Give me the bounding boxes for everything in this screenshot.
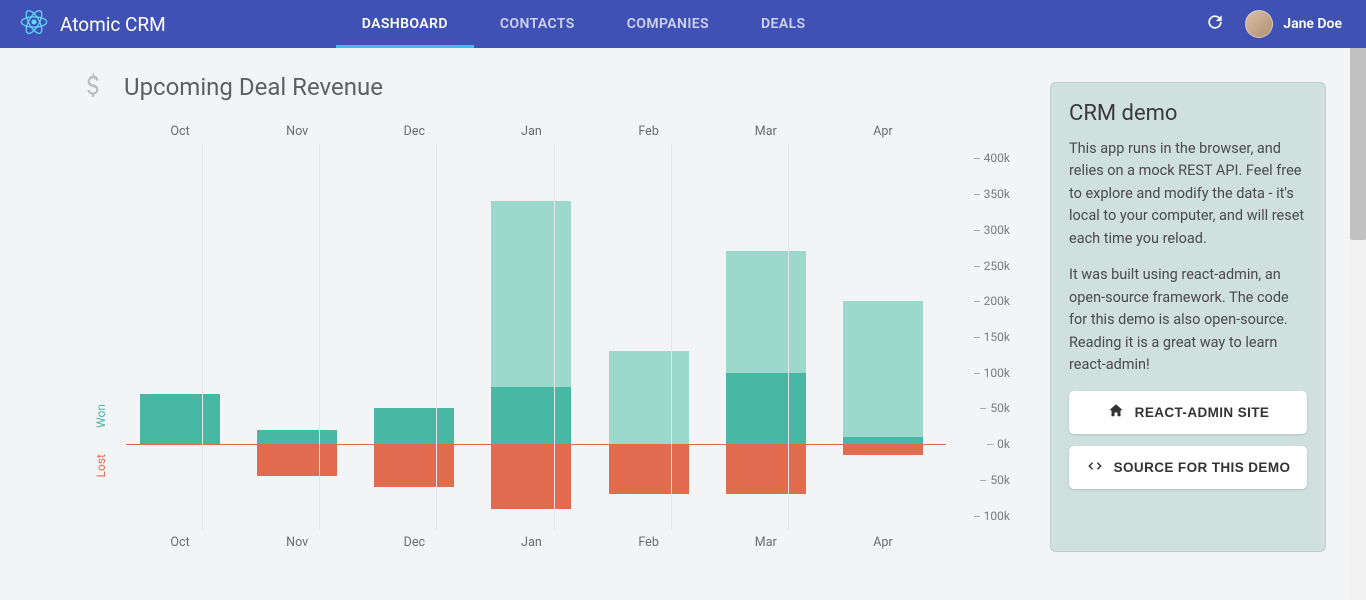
x-bottom-label: Jan	[521, 535, 542, 550]
y-tick: 150k	[984, 330, 1010, 344]
x-top-label: Apr	[873, 124, 892, 139]
y-tick: 400k	[984, 151, 1010, 165]
nav-contacts-label: CONTACTS	[500, 16, 575, 32]
bar-lost[interactable]	[843, 444, 923, 455]
info-card: CRM demo This app runs in the browser, a…	[1050, 82, 1326, 552]
x-bottom-label: Feb	[638, 535, 658, 550]
chart-gridline	[319, 144, 320, 530]
chart-gridline	[436, 144, 437, 530]
bar-lost[interactable]	[609, 444, 689, 494]
bar-won[interactable]	[491, 387, 571, 444]
info-paragraph-2: It was built using react-admin, an open-…	[1069, 264, 1307, 376]
y-tick: 0k	[997, 437, 1010, 451]
refresh-button[interactable]	[1203, 12, 1227, 36]
x-top-label: Dec	[404, 124, 425, 139]
brand[interactable]: Atomic CRM	[20, 8, 166, 41]
axis-label-lost: Lost	[94, 454, 108, 477]
nav-dashboard[interactable]: DASHBOARD	[336, 0, 474, 48]
chart-gridline	[788, 144, 789, 530]
x-bottom-label: Oct	[170, 535, 189, 550]
bar-lost[interactable]	[257, 444, 337, 476]
user-menu[interactable]: Jane Doe	[1245, 10, 1342, 38]
nav-deals[interactable]: DEALS	[735, 0, 831, 48]
top-nav: DASHBOARD CONTACTS COMPANIES DEALS	[336, 0, 832, 48]
brand-name: Atomic CRM	[60, 13, 166, 36]
dollar-icon	[80, 72, 106, 102]
btn-label: REACT-ADMIN SITE	[1135, 405, 1270, 420]
card-title: Upcoming Deal Revenue	[124, 73, 383, 101]
y-tick: 50k	[990, 473, 1010, 487]
x-top-label: Nov	[286, 124, 308, 139]
bar-won-projected[interactable]	[726, 251, 806, 373]
nav-deals-label: DEALS	[761, 16, 805, 32]
main-content: Upcoming Deal Revenue Won Lost Oct Oct Nov…	[80, 72, 1018, 552]
bar-won-projected[interactable]	[609, 351, 689, 444]
y-tick: 200k	[984, 294, 1010, 308]
bar-lost[interactable]	[374, 444, 454, 487]
btn-label: SOURCE FOR THIS DEMO	[1114, 460, 1291, 475]
axis-label-won: Won	[94, 404, 108, 428]
react-logo-icon	[20, 8, 48, 41]
chart-gridline	[671, 144, 672, 530]
y-tick: 50k	[990, 401, 1010, 415]
x-bottom-label: Apr	[873, 535, 892, 550]
bar-won[interactable]	[726, 373, 806, 444]
nav-dashboard-label: DASHBOARD	[362, 16, 448, 32]
bar-won[interactable]	[374, 408, 454, 444]
avatar	[1245, 10, 1273, 38]
app-header: Atomic CRM DASHBOARD CONTACTS COMPANIES …	[0, 0, 1366, 48]
code-icon	[1086, 457, 1104, 478]
nav-companies-label: COMPANIES	[627, 16, 709, 32]
y-tick: 300k	[984, 223, 1010, 237]
nav-contacts[interactable]: CONTACTS	[474, 0, 601, 48]
info-title: CRM demo	[1069, 101, 1307, 126]
home-icon	[1107, 402, 1125, 423]
x-top-label: Feb	[638, 124, 658, 139]
bar-won-projected[interactable]	[843, 301, 923, 437]
x-top-label: Oct	[170, 124, 189, 139]
nav-companies[interactable]: COMPANIES	[601, 0, 735, 48]
bar-won[interactable]	[843, 437, 923, 444]
y-tick: 100k	[984, 366, 1010, 380]
bar-won[interactable]	[257, 430, 337, 444]
x-bottom-label: Dec	[404, 535, 425, 550]
x-top-label: Jan	[521, 124, 542, 139]
y-tick: 100k	[984, 509, 1010, 523]
card-header: Upcoming Deal Revenue	[80, 72, 1018, 102]
revenue-chart: Won Lost OctOctNovNovDecDecJanJanFebFebM…	[98, 122, 1018, 552]
x-bottom-label: Mar	[755, 535, 777, 550]
x-top-label: Mar	[755, 124, 777, 139]
info-paragraph-1: This app runs in the browser, and relies…	[1069, 138, 1307, 250]
bar-won[interactable]	[140, 394, 220, 444]
chart-gridline	[202, 144, 203, 530]
y-tick: 350k	[984, 187, 1010, 201]
refresh-icon	[1205, 12, 1225, 36]
source-code-button[interactable]: SOURCE FOR THIS DEMO	[1069, 446, 1307, 489]
user-name: Jane Doe	[1283, 16, 1342, 32]
react-admin-site-button[interactable]: REACT-ADMIN SITE	[1069, 391, 1307, 434]
bar-lost[interactable]	[726, 444, 806, 494]
x-bottom-label: Nov	[286, 535, 308, 550]
bar-won-projected[interactable]	[491, 201, 571, 387]
bar-lost[interactable]	[491, 444, 571, 508]
chart-gridline	[554, 144, 555, 530]
y-tick: 250k	[984, 259, 1010, 273]
